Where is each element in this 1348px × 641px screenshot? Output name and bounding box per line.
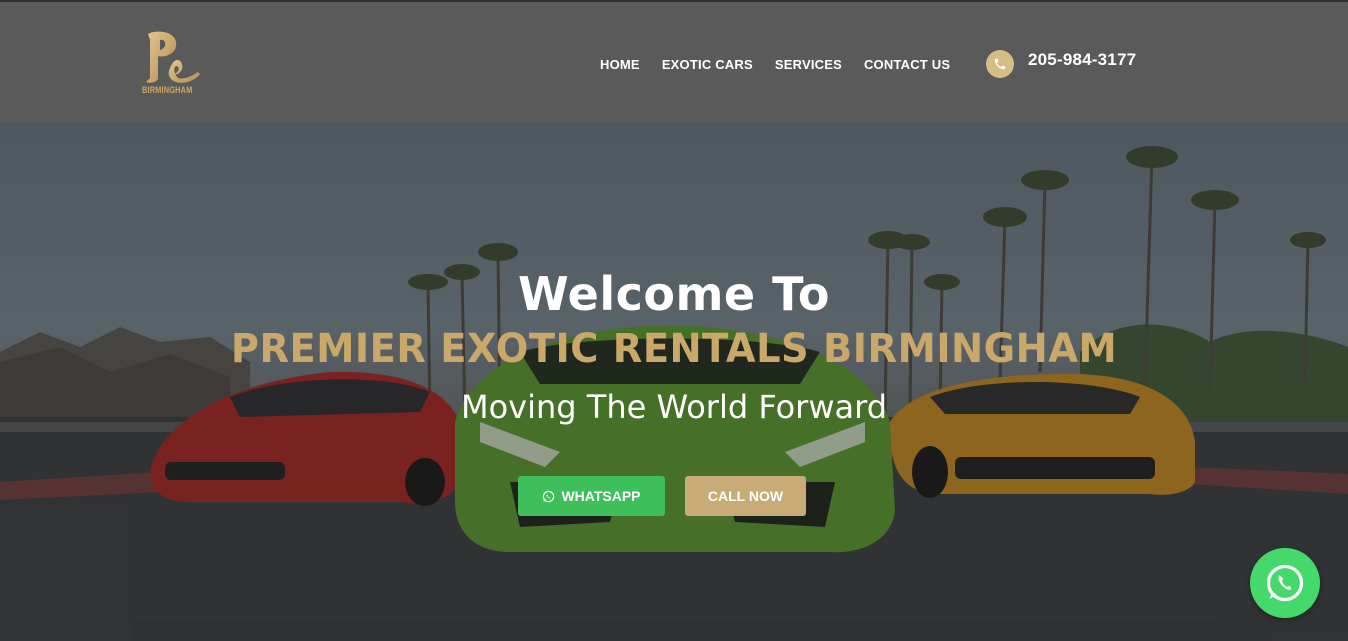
nav-exotic-cars[interactable]: EXOTIC CARS bbox=[662, 57, 753, 72]
logo-mark-icon bbox=[146, 31, 200, 83]
hero-section: Welcome To PREMIER EXOTIC RENTALS BIRMIN… bbox=[0, 122, 1348, 641]
whatsapp-icon bbox=[543, 490, 555, 502]
call-now-button[interactable]: CALL NOW bbox=[685, 476, 806, 516]
phone-number[interactable]: 205-984-3177 bbox=[1028, 50, 1136, 70]
call-now-button-label: CALL NOW bbox=[707, 488, 784, 504]
content-section-top bbox=[132, 621, 1216, 641]
whatsapp-icon bbox=[1266, 564, 1304, 602]
hero-brand-heading: PREMIER EXOTIC RENTALS BIRMINGHAM bbox=[230, 326, 1118, 372]
hero-overlay bbox=[0, 122, 1348, 641]
whatsapp-button-label: WHATSAPP bbox=[561, 488, 641, 504]
nav-contact-us[interactable]: CONTACT US bbox=[864, 57, 950, 72]
site-header: BIRMINGHAM HOME EXOTIC CARS SERVICES CON… bbox=[0, 2, 1348, 122]
nav-services[interactable]: SERVICES bbox=[775, 57, 842, 72]
phone-icon[interactable] bbox=[986, 50, 1014, 78]
floating-whatsapp-button[interactable] bbox=[1250, 548, 1320, 618]
hero-tagline: Moving The World Forward bbox=[460, 388, 888, 426]
main-nav: HOME EXOTIC CARS SERVICES CONTACT US bbox=[600, 57, 972, 72]
whatsapp-button[interactable]: WHATSAPP bbox=[518, 476, 665, 516]
logo-text: BIRMINGHAM bbox=[142, 85, 193, 95]
nav-home[interactable]: HOME bbox=[600, 57, 640, 72]
hero-welcome-heading: Welcome To bbox=[518, 267, 830, 321]
